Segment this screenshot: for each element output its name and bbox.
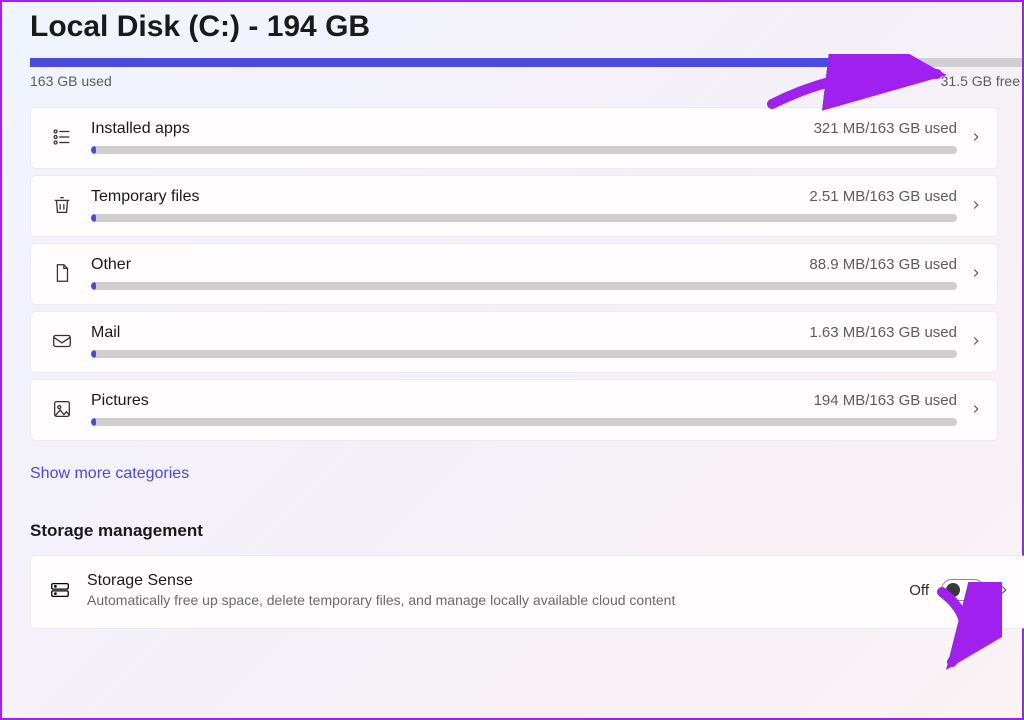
trash-icon: [49, 194, 75, 216]
storage-category-row[interactable]: Installed apps 321 MB/163 GB used: [30, 107, 998, 169]
mail-icon: [49, 330, 75, 352]
storage-sense-description: Automatically free up space, delete temp…: [87, 592, 909, 608]
disk-usage-bar-fill: [30, 58, 861, 67]
category-usage: 88.9 MB/163 GB used: [809, 256, 957, 273]
category-usage-bar: [91, 146, 957, 154]
disk-used-label: 163 GB used: [30, 73, 112, 89]
category-label: Other: [91, 256, 131, 274]
storage-category-row[interactable]: Other 88.9 MB/163 GB used: [30, 243, 998, 305]
category-label: Pictures: [91, 392, 149, 410]
storage-category-row[interactable]: Temporary files 2.51 MB/163 GB used: [30, 175, 998, 237]
installed-apps-icon: [49, 126, 75, 148]
category-usage-bar: [91, 214, 957, 222]
chevron-right-icon: [957, 334, 983, 348]
storage-sense-icon: [49, 579, 71, 601]
disk-usage-section: 163 GB used 31.5 GB free: [2, 44, 1022, 89]
chevron-right-icon: [957, 402, 983, 416]
category-usage-bar: [91, 350, 957, 358]
category-label: Installed apps: [91, 120, 190, 138]
category-usage: 194 MB/163 GB used: [814, 392, 957, 409]
storage-management-header: Storage management: [2, 483, 1022, 541]
category-usage: 321 MB/163 GB used: [814, 120, 957, 137]
category-usage-bar: [91, 282, 957, 290]
storage-categories-list: Installed apps 321 MB/163 GB used Temporar…: [2, 89, 998, 441]
category-usage: 2.51 MB/163 GB used: [809, 188, 957, 205]
storage-category-row[interactable]: Mail 1.63 MB/163 GB used: [30, 311, 998, 373]
category-label: Mail: [91, 324, 120, 342]
storage-sense-state-label: Off: [909, 582, 929, 599]
category-label: Temporary files: [91, 188, 199, 206]
storage-sense-row[interactable]: Storage Sense Automatically free up spac…: [30, 555, 1024, 629]
page-title: Local Disk (C:) - 194 GB: [2, 2, 1022, 44]
chevron-right-icon: [957, 198, 983, 212]
disk-usage-bar: [30, 58, 1022, 67]
image-icon: [49, 398, 75, 420]
chevron-right-icon: [957, 130, 983, 144]
storage-sense-toggle[interactable]: [941, 579, 985, 601]
chevron-right-icon: [957, 266, 983, 280]
chevron-right-icon: [985, 583, 1011, 597]
storage-sense-title: Storage Sense: [87, 572, 909, 590]
file-icon: [49, 262, 75, 284]
category-usage: 1.63 MB/163 GB used: [809, 324, 957, 341]
disk-free-label: 31.5 GB free: [941, 73, 1020, 89]
storage-category-row[interactable]: Pictures 194 MB/163 GB used: [30, 379, 998, 441]
show-more-categories-link[interactable]: Show more categories: [2, 447, 1022, 483]
category-usage-bar: [91, 418, 957, 426]
